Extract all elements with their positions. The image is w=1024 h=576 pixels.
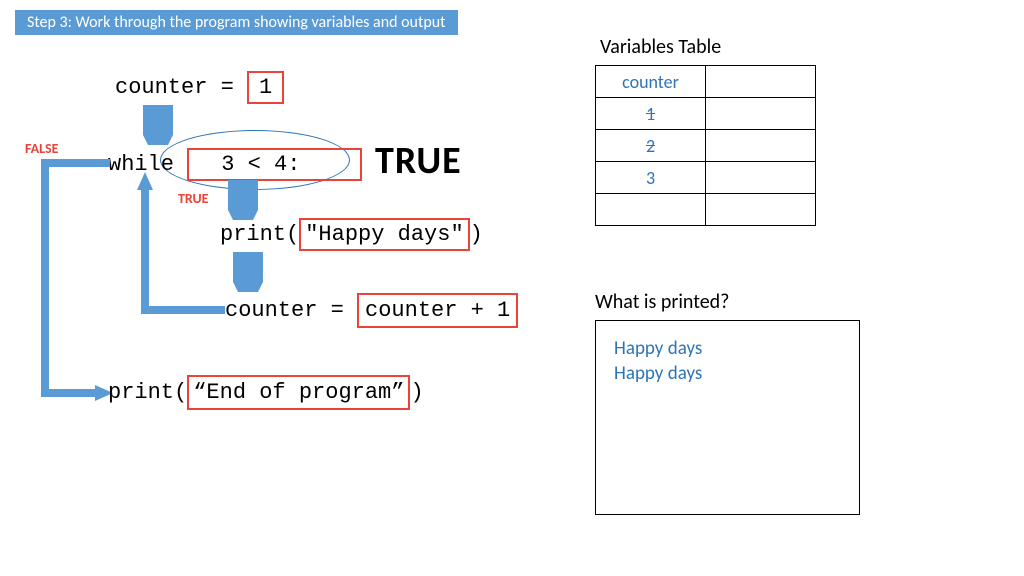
code-text: print( bbox=[108, 380, 187, 405]
variables-table-title: Variables Table bbox=[600, 35, 721, 59]
output-title: What is printed? bbox=[595, 290, 729, 314]
code-value-box: 1 bbox=[247, 71, 284, 104]
code-line-5: print(“End of program”) bbox=[108, 380, 424, 405]
table-header: counter bbox=[596, 66, 706, 98]
code-text: print( bbox=[220, 222, 299, 247]
table-cell-empty bbox=[706, 162, 816, 194]
code-line-1: counter = 1 bbox=[115, 75, 284, 100]
code-text: < 4: bbox=[234, 152, 300, 177]
table-cell: 1 bbox=[596, 98, 706, 130]
step-banner: Step 3: Work through the program showing… bbox=[15, 10, 458, 35]
table-header-empty bbox=[706, 66, 816, 98]
true-big-label: TRUE bbox=[375, 138, 462, 184]
code-string-box: "Happy days" bbox=[299, 218, 469, 251]
arrow-loop-icon bbox=[130, 160, 230, 330]
table-cell-empty bbox=[706, 130, 816, 162]
table-cell-empty bbox=[706, 98, 816, 130]
arrow-down-icon bbox=[143, 105, 173, 145]
code-string-box: “End of program” bbox=[187, 375, 410, 410]
table-cell-empty bbox=[706, 194, 816, 226]
code-text: ) bbox=[410, 380, 423, 405]
code-line-3: print("Happy days") bbox=[220, 222, 483, 247]
arrow-down-icon bbox=[228, 180, 258, 220]
output-line: Happy days bbox=[614, 337, 841, 360]
code-expr-box: counter + 1 bbox=[357, 293, 518, 328]
code-line-4: counter = counter + 1 bbox=[225, 298, 518, 323]
variables-table: counter 1 2 3 bbox=[595, 65, 816, 226]
table-cell: 2 bbox=[596, 130, 706, 162]
table-cell bbox=[596, 194, 706, 226]
code-text: counter = bbox=[225, 298, 357, 323]
code-text: counter = bbox=[115, 75, 247, 100]
table-cell: 3 bbox=[596, 162, 706, 194]
output-line: Happy days bbox=[614, 362, 841, 385]
output-box: Happy days Happy days bbox=[595, 320, 860, 515]
code-text: ) bbox=[470, 222, 483, 247]
arrow-down-icon bbox=[233, 252, 263, 292]
false-label: FALSE bbox=[25, 140, 58, 157]
arrow-exit-icon bbox=[30, 158, 120, 408]
